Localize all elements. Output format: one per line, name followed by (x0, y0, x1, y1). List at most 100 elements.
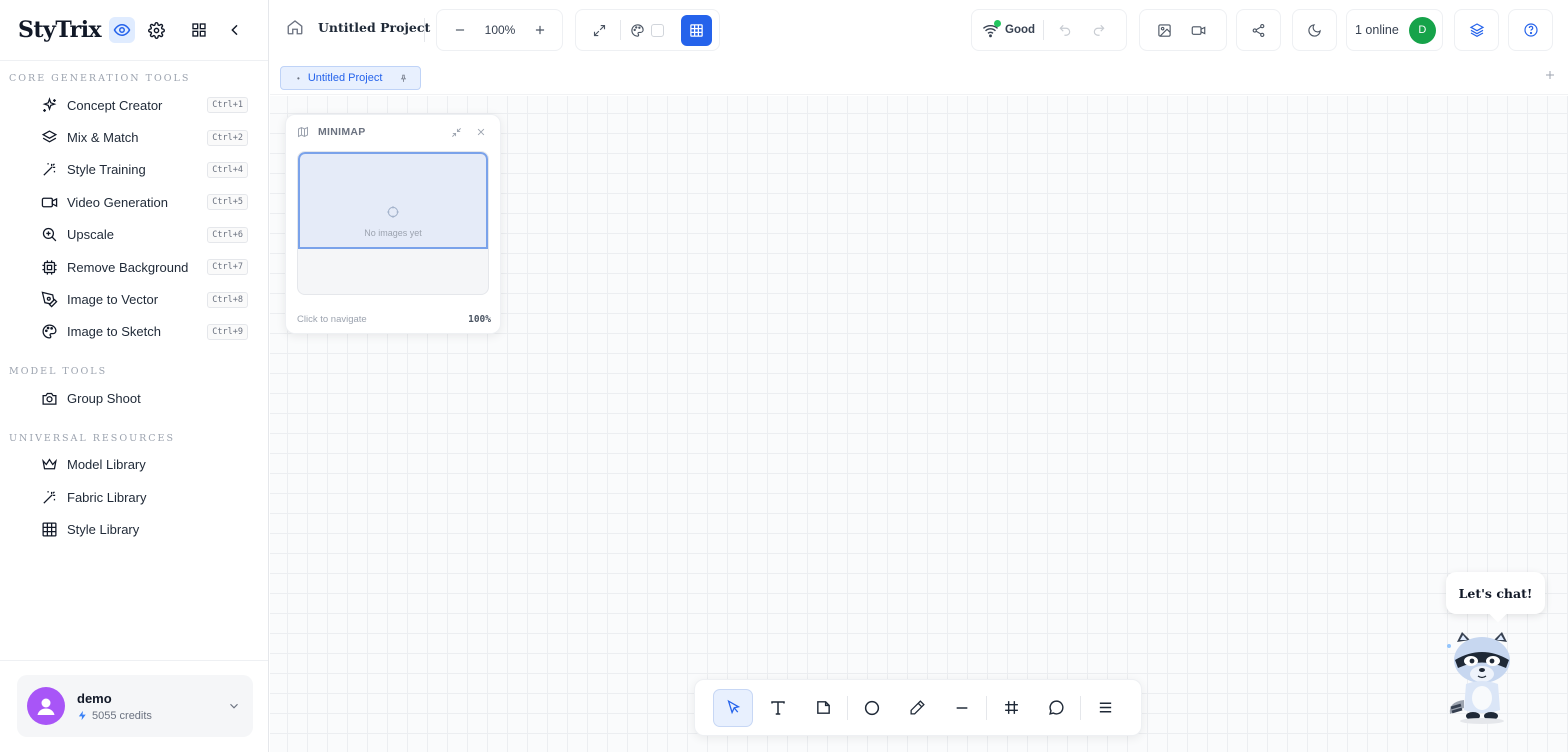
sidebar-item-video-generation[interactable]: Video Generation Ctrl+5 (0, 186, 268, 218)
eye-icon[interactable] (109, 17, 136, 43)
sidebar-item-label: Group Shoot (67, 390, 141, 406)
minimap-viewport-area[interactable]: No images yet (297, 151, 489, 295)
share-icon[interactable] (1242, 13, 1276, 47)
app-logo[interactable]: StyTrix (18, 17, 102, 43)
sidebar-item-label: Model Library (67, 457, 146, 473)
sidebar-item-mix-match[interactable]: Mix & Match Ctrl+2 (0, 121, 268, 153)
fullscreen-icon[interactable] (582, 13, 616, 47)
layers-icon[interactable] (1460, 13, 1494, 47)
media-controls (1139, 9, 1227, 51)
lightning-icon (77, 710, 88, 721)
sidebar-item-fabric-library[interactable]: Fabric Library (0, 481, 268, 513)
moon-icon[interactable] (1298, 13, 1332, 47)
sidebar-item-upscale[interactable]: Upscale Ctrl+6 (0, 219, 268, 251)
avatar (27, 687, 65, 725)
help-icon[interactable] (1514, 13, 1548, 47)
tab-dot-icon: • (297, 73, 300, 83)
dashboard-icon[interactable] (186, 17, 212, 43)
user-card[interactable]: demo 5055 credits (17, 675, 253, 737)
select-tool-button[interactable] (713, 688, 753, 727)
sidebar-item-label: Video Generation (67, 194, 168, 210)
minimap-panel: MINIMAP No images yet Click to navigate … (285, 114, 501, 334)
sidebar-item-style-training[interactable]: Style Training Ctrl+4 (0, 154, 268, 186)
video-camera-icon (40, 193, 58, 211)
sidebar-item-concept-creator[interactable]: Concept Creator Ctrl+1 (0, 89, 268, 121)
add-tab-button[interactable] (1544, 69, 1556, 81)
divider (986, 695, 987, 720)
undo-button[interactable] (1048, 13, 1082, 47)
line-tool-button[interactable] (942, 689, 982, 727)
sidebar-item-label: Concept Creator (67, 97, 163, 113)
sidebar-item-label: Image to Sketch (67, 324, 161, 340)
sidebar-item-label: Style Library (67, 521, 140, 537)
connection-history-controls: Good (971, 9, 1127, 51)
sidebar-item-model-library[interactable]: Model Library (0, 449, 268, 481)
tab-label: Untitled Project (307, 72, 383, 84)
tab-bar: • Untitled Project (270, 61, 1568, 95)
menu-tool-button[interactable] (1085, 689, 1125, 727)
sidebar-item-group-shoot[interactable]: Group Shoot (0, 382, 268, 414)
sidebar-item-label: Fabric Library (67, 489, 147, 505)
sidebar-item-label: Upscale (67, 227, 114, 243)
palette-icon (40, 323, 58, 341)
raccoon-mascot-icon[interactable] (1440, 630, 1524, 725)
video-camera-icon[interactable] (1181, 13, 1215, 47)
text-tool-button[interactable] (758, 689, 798, 727)
ellipse-tool-button[interactable] (852, 689, 892, 727)
divider (424, 18, 425, 42)
shortcut-badge: Ctrl+4 (207, 161, 248, 178)
shortcut-badge: Ctrl+2 (207, 129, 248, 146)
background-color-swatch[interactable] (651, 23, 664, 37)
chat-bubble[interactable]: Let's chat! (1446, 572, 1545, 614)
collapse-sidebar-icon[interactable] (222, 17, 248, 43)
user-credits: 5055 credits (77, 710, 227, 722)
collaborator-avatar[interactable]: D (1408, 16, 1436, 44)
map-icon (297, 126, 309, 138)
minimap-empty-text: No images yet (364, 228, 422, 238)
share-group (1236, 9, 1281, 51)
credits-label: 5055 credits (92, 709, 152, 722)
zoom-in-icon (40, 226, 58, 244)
comment-tool-button[interactable] (1036, 689, 1076, 727)
sidebar-item-remove-background[interactable]: Remove Background Ctrl+7 (0, 251, 268, 283)
minimap-hint: Click to navigate (297, 314, 367, 325)
chat-bubble-text: Let's chat! (1458, 585, 1533, 601)
sidebar: StyTrix CORE GENERATION TOOLS Concept Cr… (0, 0, 269, 752)
close-icon[interactable] (476, 127, 486, 137)
chip-icon (40, 258, 58, 276)
pen-tool-icon (40, 291, 58, 309)
minimize-icon[interactable] (451, 127, 462, 138)
theme-group (1292, 9, 1337, 51)
sidebar-item-image-to-vector[interactable]: Image to Vector Ctrl+8 (0, 283, 268, 315)
settings-icon[interactable] (143, 17, 169, 43)
chevron-down-icon[interactable] (227, 699, 241, 713)
note-tool-button[interactable] (803, 689, 843, 727)
sidebar-item-label: Image to Vector (67, 292, 159, 308)
project-title[interactable]: Untitled Project (318, 20, 430, 35)
minimap-footer: Click to navigate 100% (297, 314, 491, 325)
zoom-in-button[interactable] (523, 13, 557, 47)
frame-tool-button[interactable] (991, 689, 1031, 727)
tab-untitled-project[interactable]: • Untitled Project (280, 66, 421, 90)
magic-wand-icon (40, 161, 58, 179)
sidebar-footer: demo 5055 credits (0, 660, 268, 752)
redo-button[interactable] (1082, 13, 1116, 47)
user-info: demo 5055 credits (77, 691, 227, 722)
pencil-tool-button[interactable] (897, 689, 937, 727)
home-icon[interactable] (286, 18, 304, 36)
app-root: StyTrix CORE GENERATION TOOLS Concept Cr… (0, 0, 1568, 752)
grid-toggle-button[interactable] (681, 14, 712, 46)
pin-icon[interactable] (399, 74, 408, 83)
view-controls (575, 9, 720, 51)
sparkles-icon (40, 96, 58, 114)
divider (1080, 695, 1081, 720)
sidebar-item-image-to-sketch[interactable]: Image to Sketch Ctrl+9 (0, 316, 268, 348)
sidebar-item-label: Style Training (67, 162, 146, 178)
minimap-header: MINIMAP (286, 115, 500, 149)
zoom-out-button[interactable] (443, 13, 477, 47)
section-title-model-tools: MODEL TOOLS (9, 366, 108, 378)
shortcut-badge: Ctrl+7 (207, 259, 248, 276)
sidebar-item-style-library[interactable]: Style Library (0, 513, 268, 545)
image-icon[interactable] (1147, 13, 1181, 47)
palette-icon[interactable] (625, 13, 649, 47)
